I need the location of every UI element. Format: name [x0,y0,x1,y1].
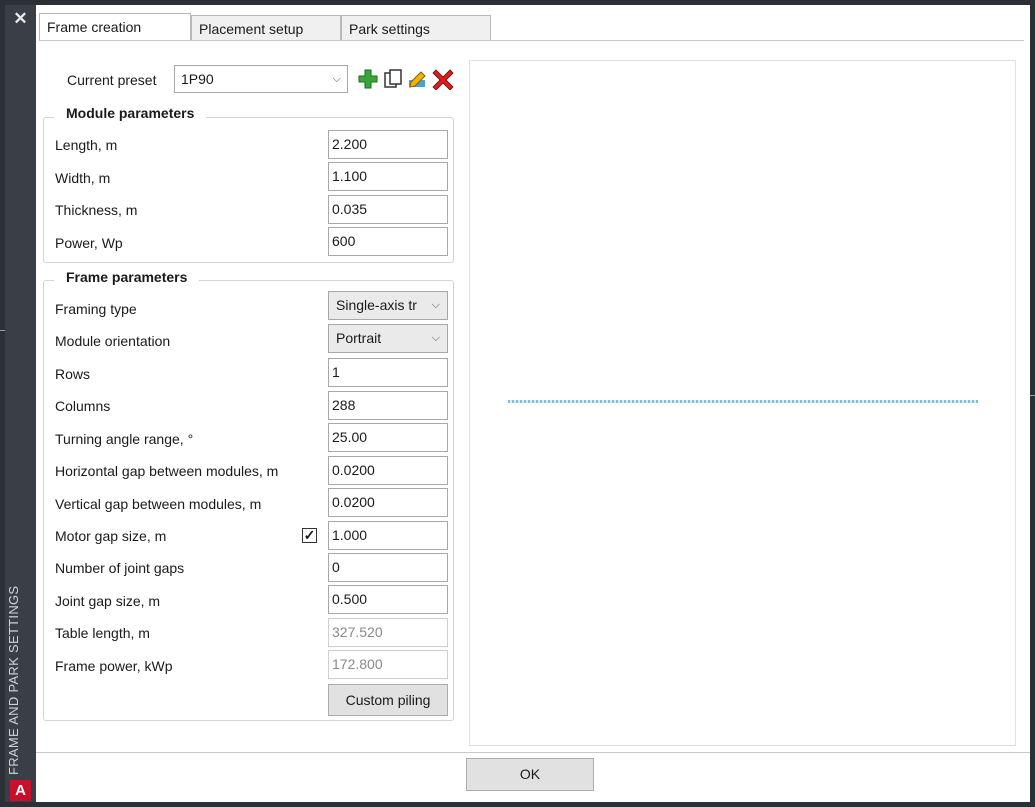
custom-piling-button[interactable]: Custom piling [328,684,448,716]
table-length-label: Table length, m [55,625,150,641]
length-label: Length, m [55,137,118,153]
vertical-gap-input[interactable]: 0.0200 [328,488,448,517]
frame-parameters-title: Frame parameters [54,269,200,285]
rows-label: Rows [55,366,91,382]
horizontal-gap-label: Horizontal gap between modules, m [55,463,279,479]
framing-type-select[interactable]: Single-axis tr ⌵ [328,291,448,320]
frame-preview [469,60,1016,746]
motor-gap-checkbox[interactable]: ✓ [302,528,317,543]
thickness-input[interactable]: 0.035 [328,195,448,224]
motor-gap-label: Motor gap size, m [55,528,167,544]
preset-combobox[interactable]: 1P90 ⌵ [174,65,348,93]
framing-type-label: Framing type [55,301,137,317]
thickness-label: Thickness, m [55,202,138,218]
settings-panel: Frame creation Placement setup Park sett… [36,5,1030,802]
chevron-down-icon: ⌵ [431,332,440,344]
palette-sidebar: ✕ FRAME AND PARK SETTINGS A [5,5,36,802]
columns-input[interactable]: 288 [328,391,448,420]
close-icon[interactable]: ✕ [5,9,36,29]
tab-divider [39,40,1024,41]
frame-power-readonly: 172.800 [328,650,448,679]
motor-gap-input[interactable]: 1.000 [328,521,448,550]
chevron-down-icon: ⌵ [332,73,341,85]
delete-icon[interactable] [432,68,454,90]
add-icon[interactable] [357,68,379,90]
joint-gap-size-label: Joint gap size, m [55,593,161,609]
width-label: Width, m [55,170,111,186]
module-orientation-value: Portrait [336,330,382,346]
preset-label: Current preset [67,72,157,88]
ok-button[interactable]: OK [466,758,594,791]
preset-value: 1P90 [181,71,214,87]
autocad-logo-icon: A [10,780,31,801]
tab-placement-setup[interactable]: Placement setup [191,15,341,41]
framing-type-value: Single-axis tr [336,297,417,313]
joint-gaps-count-label: Number of joint gaps [55,560,185,576]
length-input[interactable]: 2.200 [328,130,448,159]
palette-title: FRAME AND PARK SETTINGS [6,585,21,775]
horizontal-gap-input[interactable]: 0.0200 [328,456,448,485]
footer-divider [36,752,1030,753]
joint-gap-size-input[interactable]: 0.500 [328,585,448,614]
tab-park-settings[interactable]: Park settings [341,15,491,41]
frame-power-label: Frame power, kWp [55,658,173,674]
columns-label: Columns [55,398,111,414]
joint-gaps-count-input[interactable]: 0 [328,553,448,582]
turning-angle-label: Turning angle range, ° [55,431,194,447]
width-input[interactable]: 1.100 [328,162,448,191]
turning-angle-input[interactable]: 25.00 [328,423,448,452]
power-label: Power, Wp [55,235,123,251]
edit-icon[interactable] [407,68,429,90]
table-length-readonly: 327.520 [328,618,448,647]
tab-frame-creation[interactable]: Frame creation [39,13,191,41]
module-parameters-title: Module parameters [54,105,207,121]
power-input[interactable]: 600 [328,227,448,256]
vertical-gap-label: Vertical gap between modules, m [55,496,262,512]
copy-icon[interactable] [382,68,404,90]
background-line [1030,395,1035,396]
frame-preview-modules [508,400,978,403]
module-orientation-label: Module orientation [55,333,171,349]
rows-input[interactable]: 1 [328,358,448,387]
chevron-down-icon: ⌵ [431,299,440,311]
module-orientation-select[interactable]: Portrait ⌵ [328,324,448,353]
